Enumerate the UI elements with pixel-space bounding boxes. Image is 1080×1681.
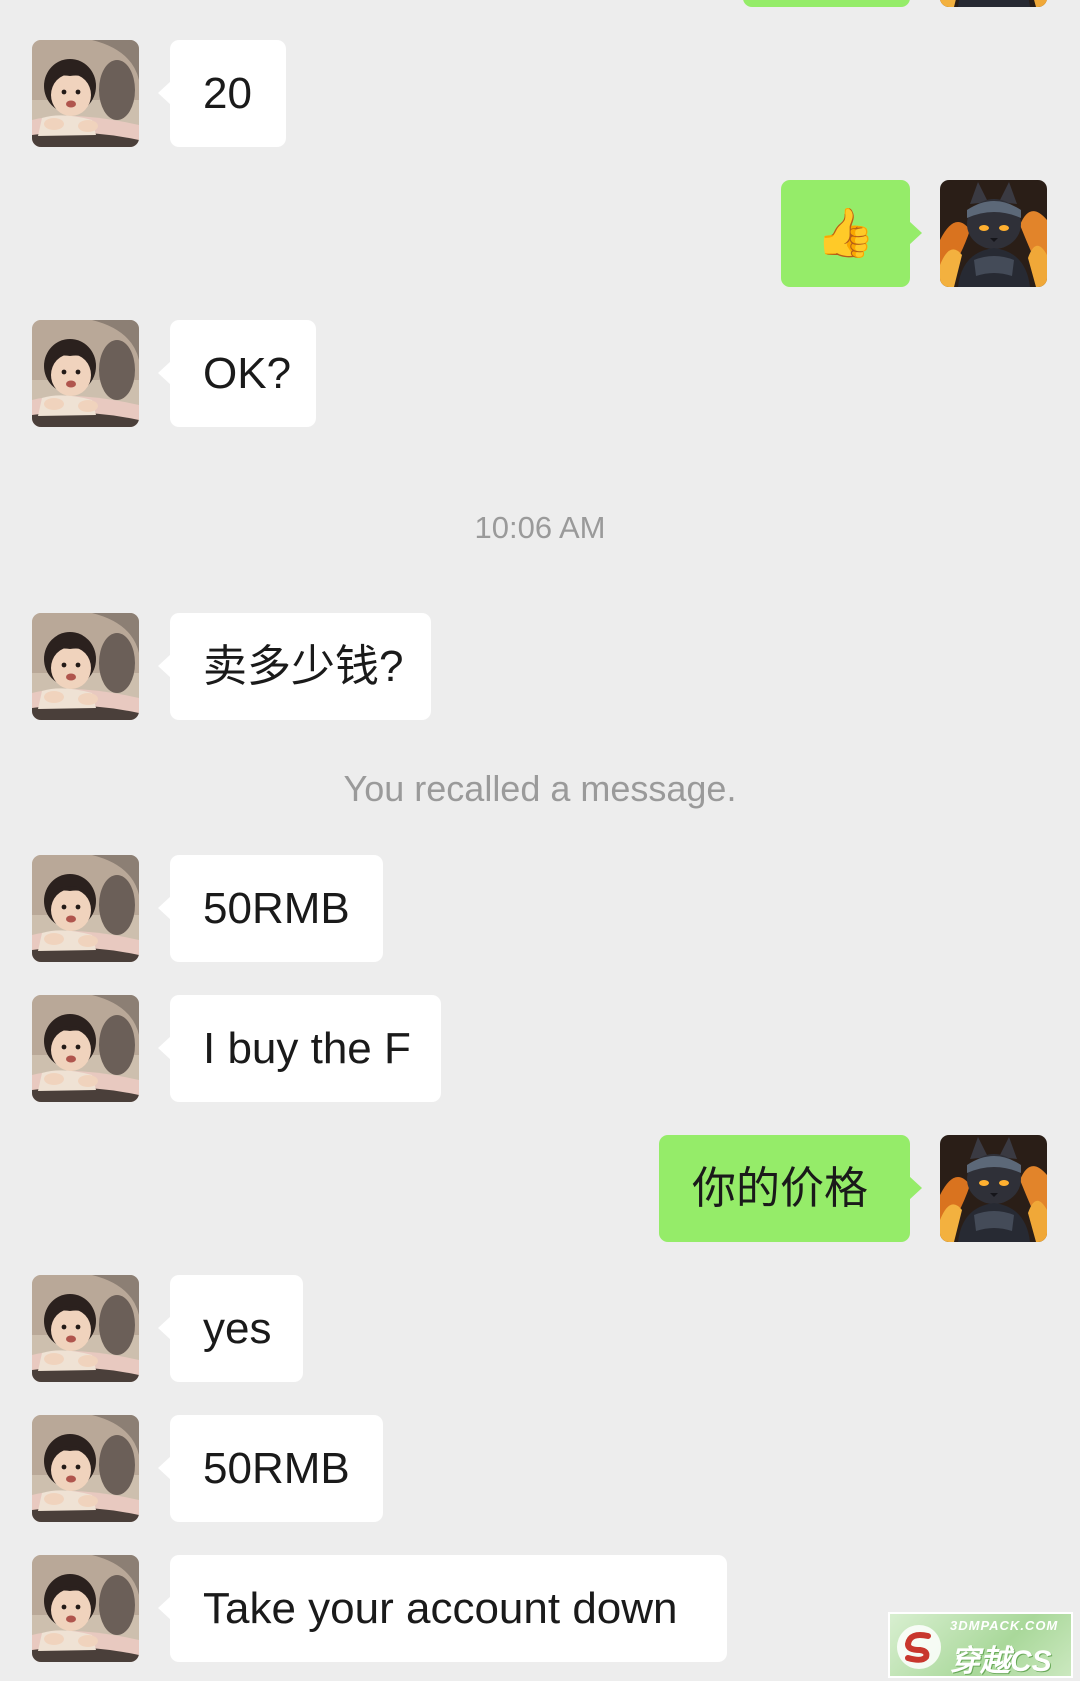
armored-cat-avatar-image <box>940 1135 1047 1242</box>
message-text: Take your account down <box>203 1584 678 1633</box>
message-text: I buy the F <box>203 1024 411 1073</box>
thumbs-up-icon: 👍 <box>815 205 876 261</box>
watermark-name: 穿越CS <box>950 1645 1052 1678</box>
message-bubble-incoming[interactable]: 卖多少钱? <box>158 613 431 720</box>
message-text: OK? <box>203 349 292 398</box>
contact-avatar[interactable] <box>32 855 139 962</box>
contact-avatar[interactable] <box>32 995 139 1102</box>
message-text: 50RMB <box>203 884 350 933</box>
contact-avatar[interactable] <box>32 1555 139 1662</box>
contact-avatar[interactable] <box>32 40 139 147</box>
contact-avatar[interactable] <box>32 1275 139 1382</box>
armored-cat-avatar-image <box>940 180 1047 287</box>
toddler-photo-avatar-image <box>32 1275 139 1382</box>
message-bubble-outgoing[interactable] <box>743 0 910 7</box>
message-bubble-incoming[interactable]: OK? <box>158 320 316 427</box>
message-text: 20 <box>203 69 252 118</box>
message-bubble-incoming[interactable]: 50RMB <box>158 855 383 962</box>
site-watermark: 3DMPACK.COM 穿越CS <box>888 1612 1073 1678</box>
self-avatar[interactable] <box>940 180 1047 287</box>
message-bubble-incoming[interactable]: 50RMB <box>158 1415 383 1522</box>
toddler-photo-avatar-image <box>32 613 139 720</box>
toddler-photo-avatar-image <box>32 1555 139 1662</box>
message-timestamp: 10:06 AM <box>474 510 606 545</box>
self-avatar[interactable] <box>940 0 1047 7</box>
message-text: 你的价格 <box>692 1164 868 1213</box>
message-bubble-outgoing[interactable]: 👍 <box>781 180 922 287</box>
message-text: yes <box>203 1304 272 1353</box>
watermark-logo-icon <box>897 1625 941 1669</box>
recall-notice: You recalled a message. <box>343 768 737 809</box>
chat-area[interactable]: 20 👍 OK? 10:06 AM 卖多少钱? You recalled a m… <box>0 0 1080 1681</box>
message-text: 50RMB <box>203 1444 350 1493</box>
message-bubble-incoming[interactable]: yes <box>158 1275 303 1382</box>
contact-avatar[interactable] <box>32 320 139 427</box>
message-text: 卖多少钱? <box>203 642 404 691</box>
message-bubble-incoming[interactable]: 20 <box>158 40 286 147</box>
message-bubble-outgoing[interactable]: 你的价格 <box>659 1135 922 1242</box>
watermark-url: 3DMPACK.COM <box>950 1618 1059 1633</box>
armored-cat-avatar-image <box>940 0 1047 7</box>
toddler-photo-avatar-image <box>32 995 139 1102</box>
contact-avatar[interactable] <box>32 1415 139 1522</box>
toddler-photo-avatar-image <box>32 1415 139 1522</box>
toddler-photo-avatar-image <box>32 40 139 147</box>
toddler-photo-avatar-image <box>32 855 139 962</box>
toddler-photo-avatar-image <box>32 320 139 427</box>
self-avatar[interactable] <box>940 1135 1047 1242</box>
message-bubble-incoming[interactable]: Take your account down <box>158 1555 727 1662</box>
contact-avatar[interactable] <box>32 613 139 720</box>
message-bubble-incoming[interactable]: I buy the F <box>158 995 441 1102</box>
